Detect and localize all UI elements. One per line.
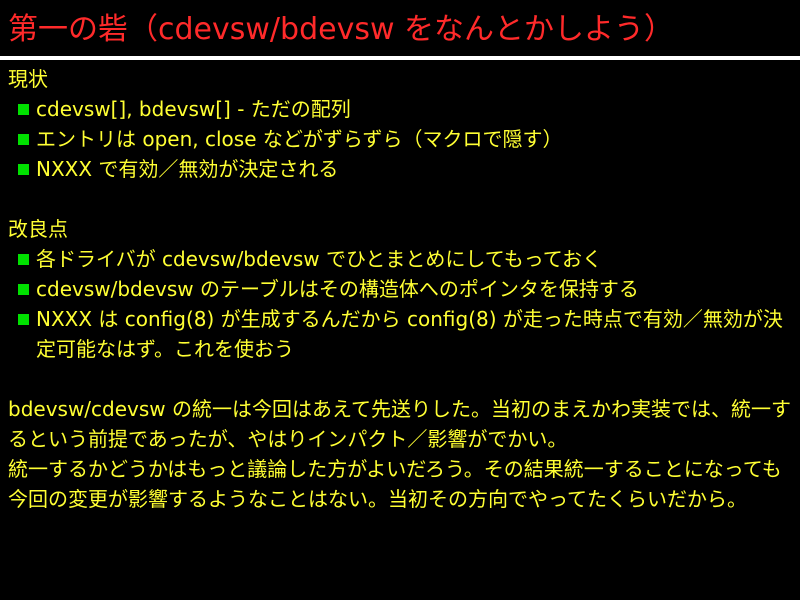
square-bullet-icon bbox=[18, 254, 29, 265]
slide-body: 現状 cdevsw[], bdevsw[] - ただの配列 エントリは open… bbox=[8, 64, 792, 514]
list-item: NXXX で有効／無効が決定される bbox=[8, 154, 792, 184]
square-bullet-icon bbox=[18, 164, 29, 175]
square-bullet-icon bbox=[18, 314, 29, 325]
list-item-text: NXXX は config(8) が生成するんだから config(8) が走っ… bbox=[36, 307, 783, 361]
list-item-text: エントリは open, close などがずらずら（マクロで隠す） bbox=[36, 127, 563, 151]
list-item: cdevsw/bdevsw のテーブルはその構造体へのポインタを保持する bbox=[8, 274, 792, 304]
list-item-text: cdevsw/bdevsw のテーブルはその構造体へのポインタを保持する bbox=[36, 277, 639, 301]
list-item-text: NXXX で有効／無効が決定される bbox=[36, 157, 339, 181]
list-item-text: cdevsw[], bdevsw[] - ただの配列 bbox=[36, 97, 351, 121]
slide-title: 第一の砦（cdevsw/bdevsw をなんとかしよう） bbox=[8, 12, 675, 47]
section-heading-current: 現状 bbox=[8, 67, 48, 91]
square-bullet-icon bbox=[18, 284, 29, 295]
square-bullet-icon bbox=[18, 104, 29, 115]
square-bullet-icon bbox=[18, 134, 29, 145]
list-item-text: 各ドライバが cdevsw/bdevsw でひとまとめにしてもっておく bbox=[36, 247, 603, 271]
list-item: NXXX は config(8) が生成するんだから config(8) が走っ… bbox=[8, 304, 792, 364]
list-item: 各ドライバが cdevsw/bdevsw でひとまとめにしてもっておく bbox=[8, 244, 792, 274]
paragraph-unification-note: bdevsw/cdevsw の統一は今回はあえて先送りした。当初のまえかわ実装で… bbox=[8, 397, 792, 451]
list-item: エントリは open, close などがずらずら（マクロで隠す） bbox=[8, 124, 792, 154]
list-item: cdevsw[], bdevsw[] - ただの配列 bbox=[8, 94, 792, 124]
paragraph-discussion-note: 統一するかどうかはもっと議論した方がよいだろう。その結果統一することになっても今… bbox=[8, 457, 782, 511]
title-divider bbox=[0, 56, 800, 60]
section-heading-improvements: 改良点 bbox=[8, 217, 68, 241]
